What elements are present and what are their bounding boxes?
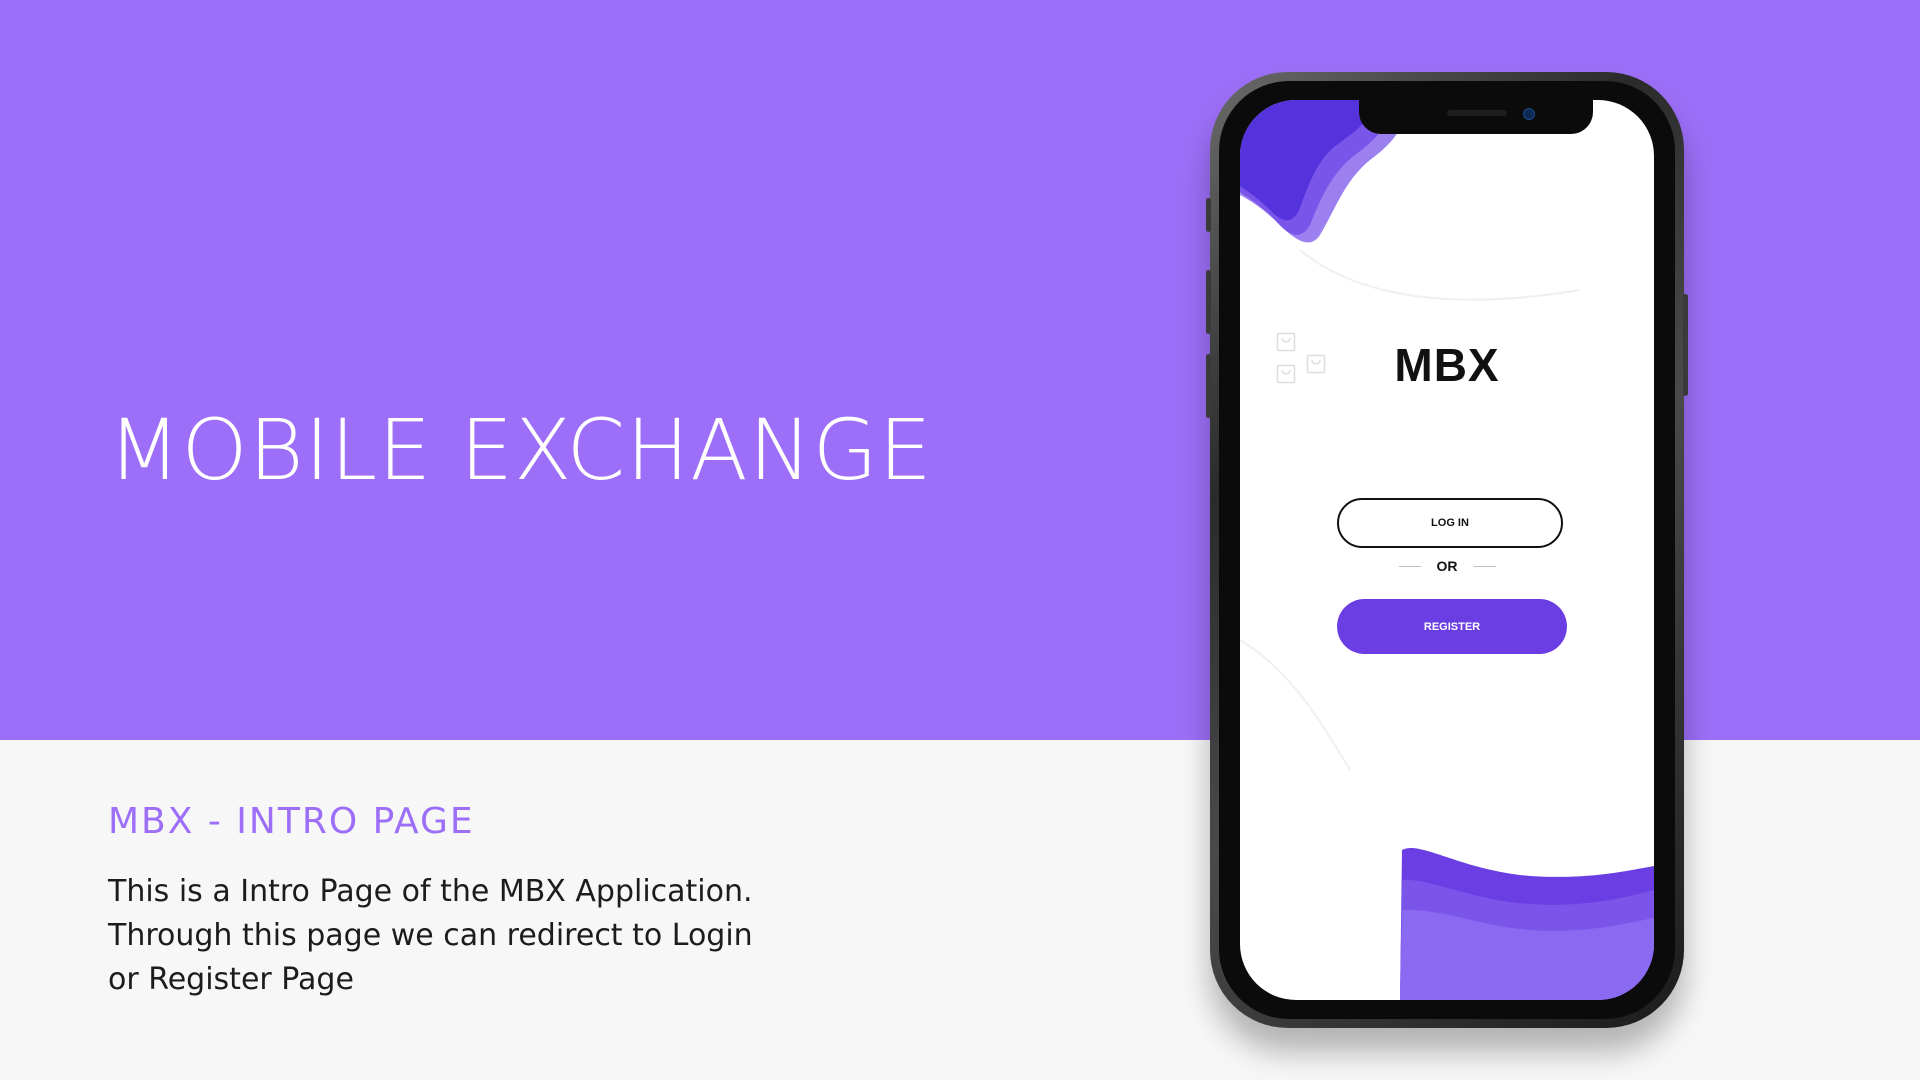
or-label: OR	[1436, 558, 1458, 574]
phone-volume-down	[1206, 354, 1211, 418]
divider-line	[1398, 565, 1421, 567]
description-line: This is a Intro Page of the MBX Applicat…	[108, 874, 753, 909]
description-text: This is a Intro Page of the MBX Applicat…	[108, 870, 788, 1002]
login-button[interactable]: LOG IN	[1337, 498, 1563, 548]
or-divider: OR	[1240, 558, 1654, 574]
divider-line	[1473, 565, 1496, 567]
phone-speaker	[1447, 110, 1507, 116]
description-line: or Register Page	[108, 962, 354, 997]
page-title: MOBILE EXCHANGE	[108, 401, 933, 499]
phone-screen: MBX LOG IN OR REGISTER	[1240, 100, 1654, 1000]
phone-notch	[1359, 100, 1593, 134]
camera-icon	[1523, 108, 1535, 120]
app-logo-text: MBX	[1394, 339, 1500, 391]
section-heading: MBX - INTRO PAGE	[108, 801, 475, 842]
description-line: Through this page we can redirect to Log…	[108, 918, 753, 953]
phone-mockup: MBX LOG IN OR REGISTER	[1206, 72, 1688, 1028]
phone-power-button	[1683, 294, 1688, 396]
phone-volume-up	[1206, 270, 1211, 334]
register-button[interactable]: REGISTER	[1337, 599, 1567, 654]
bottom-wave-decoration	[1400, 847, 1654, 1000]
phone-mute-switch	[1206, 198, 1211, 232]
